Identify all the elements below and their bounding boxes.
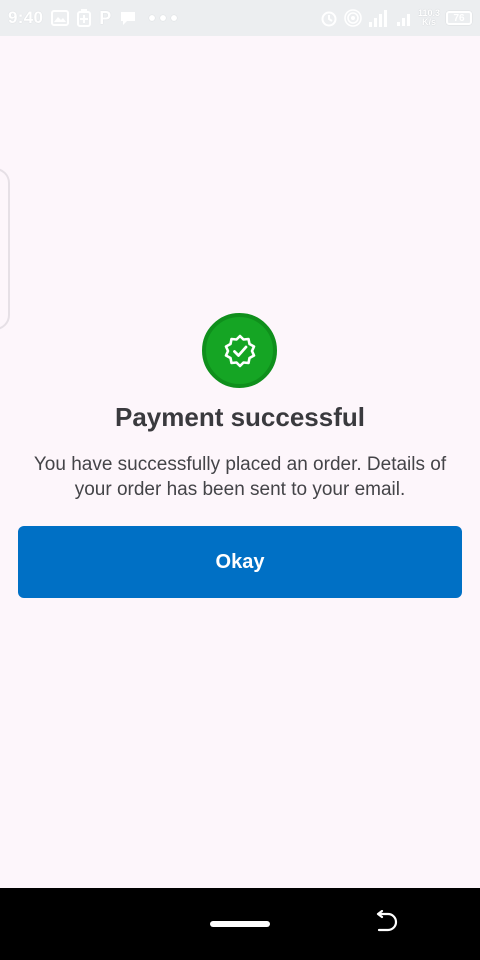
image-icon [51,10,70,26]
alarm-icon [320,9,338,27]
net-speed-unit: K/s [421,17,436,27]
home-pill-icon[interactable] [210,921,270,927]
hotspot-icon [344,9,362,27]
okay-button[interactable]: Okay [18,526,462,598]
back-icon[interactable] [370,909,400,936]
status-left: 9:40 P [8,7,178,29]
battery-icon: 76 [446,11,472,25]
status-right: 110.3 K/s 76 [320,8,472,28]
dialog-message: You have successfully placed an order. D… [33,454,447,500]
signal-4g-icon [368,8,390,28]
p-app-icon: P [99,7,112,28]
dialog-title: Payment successful [114,402,365,432]
navigation-bar [0,888,480,960]
status-bar: 9:40 P 110.3 K/s 76 [0,0,480,36]
battery-saver-icon [77,9,92,27]
status-time: 9:40 [8,8,44,27]
chat-icon [119,10,137,26]
verified-check-icon [202,313,277,388]
more-dots-icon [149,15,178,21]
net-speed: 110.3 K/s [418,9,440,27]
edge-panel-handle[interactable] [0,168,10,330]
signal-icon [396,9,412,27]
battery-level: 76 [453,12,465,24]
